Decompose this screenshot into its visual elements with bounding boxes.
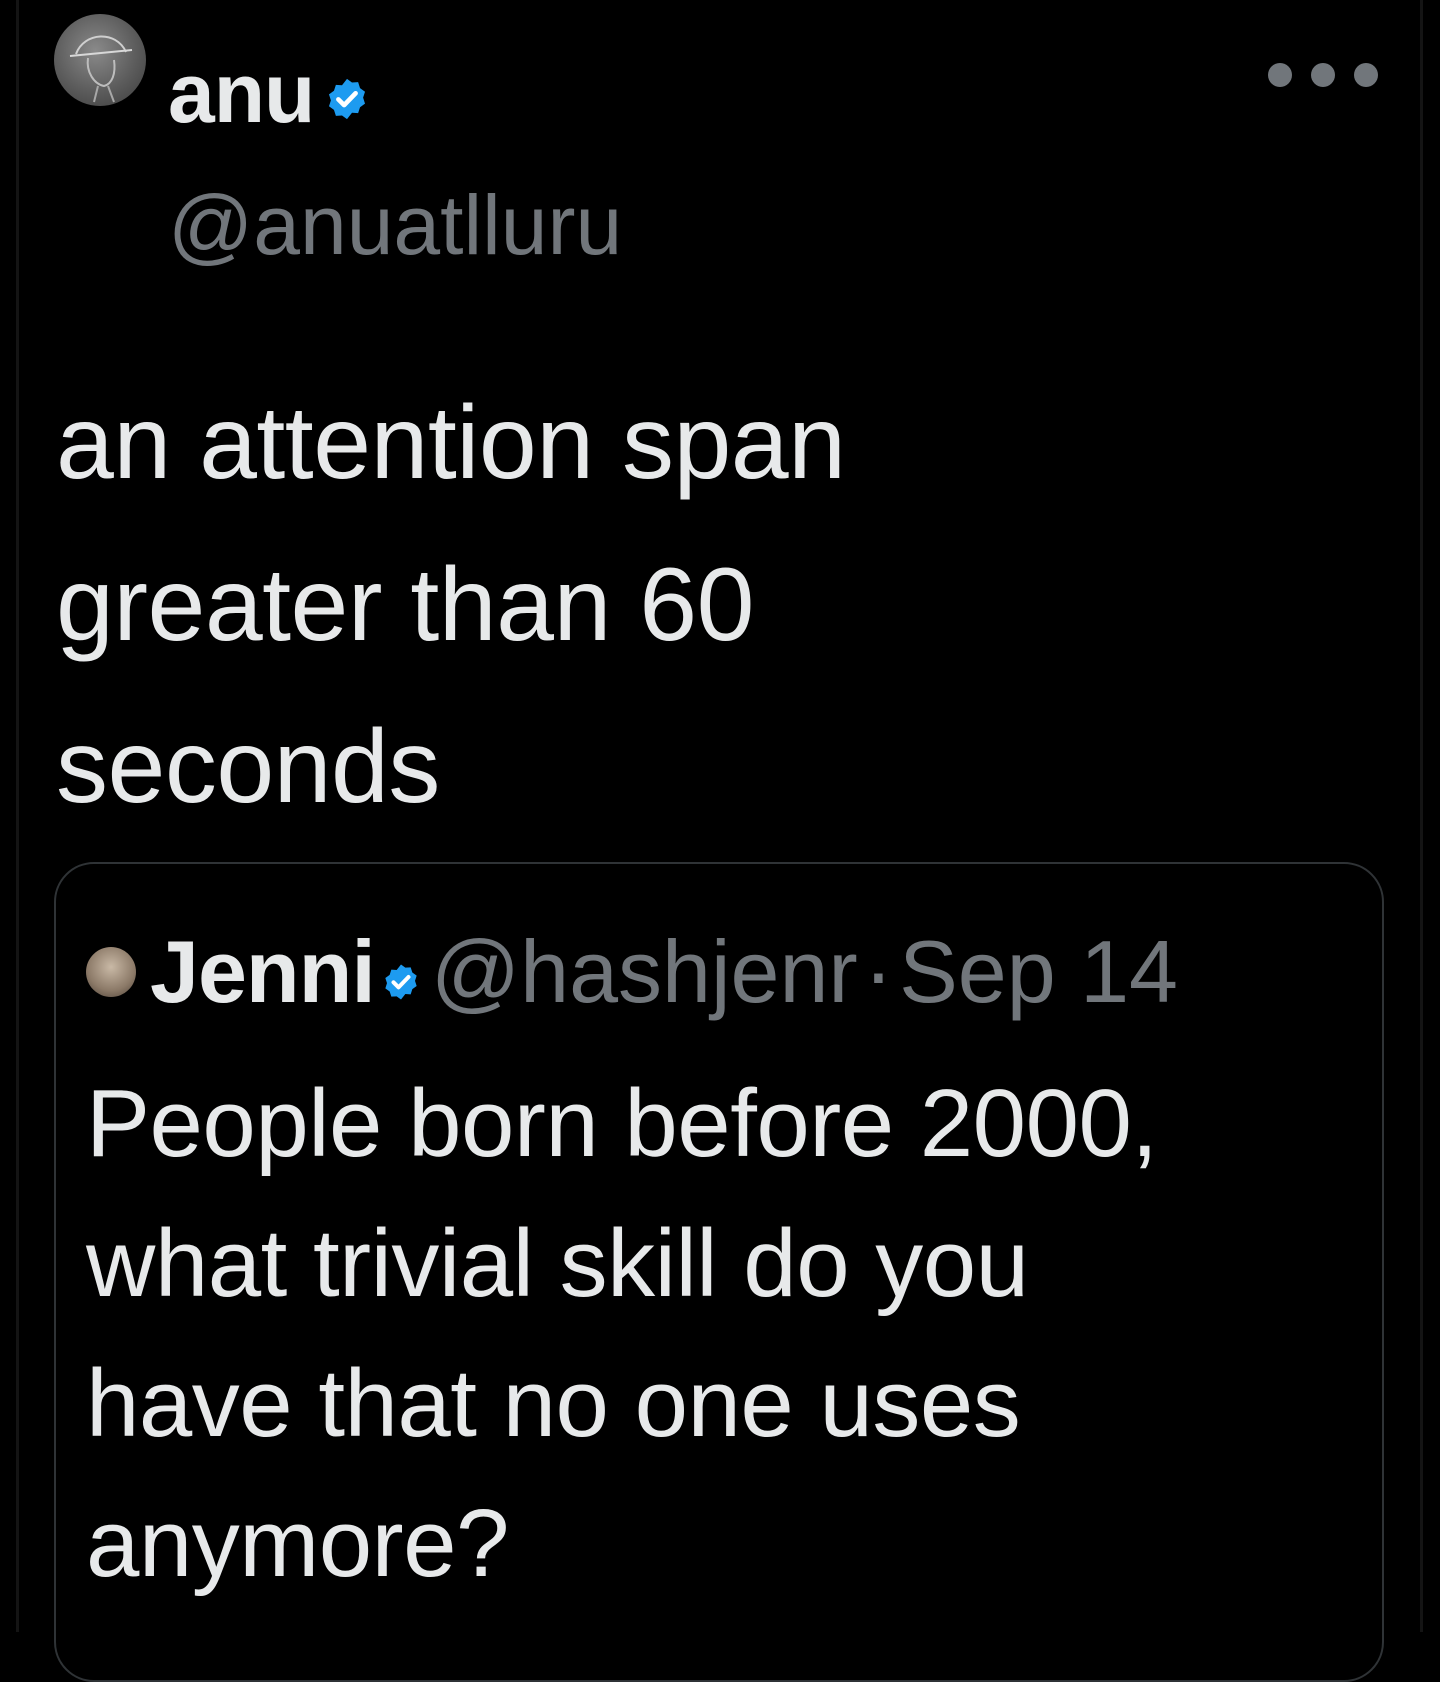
tweet-text: an attention span greater than 60 second… [56, 362, 1356, 848]
quoted-text-line: what trivial skill do you [86, 1210, 1029, 1317]
avatar-sketch-icon [69, 35, 133, 103]
separator-dot: · [863, 922, 894, 1021]
display-name-row: anu [168, 48, 370, 138]
quoted-text-line: People born before 2000, [86, 1070, 1158, 1177]
display-name[interactable]: anu [168, 48, 315, 138]
tweet-text-line: seconds [56, 709, 440, 825]
more-dot [1354, 63, 1378, 87]
user-handle[interactable]: @anuatlluru [168, 180, 622, 270]
frame-border-left [16, 0, 19, 1632]
quoted-text-line: anymore? [86, 1490, 509, 1597]
more-dot [1268, 63, 1292, 87]
tweet-text-line: an attention span [56, 385, 846, 501]
quoted-display-name[interactable]: Jenni [150, 922, 376, 1022]
more-dot [1311, 63, 1335, 87]
tweet-text-line: greater than 60 [56, 547, 754, 663]
frame-border-right [1420, 0, 1423, 1632]
quoted-avatar[interactable] [86, 947, 136, 997]
quoted-text-line: have that no one uses [86, 1350, 1021, 1457]
quoted-tweet-card[interactable]: Jenni @hashjenr · Sep 14 People born bef… [54, 862, 1384, 1682]
quoted-tweet-text: People born before 2000, what trivial sk… [86, 1054, 1366, 1614]
verified-badge-icon [381, 922, 421, 1022]
quoted-date[interactable]: Sep 14 [899, 922, 1178, 1022]
quoted-handle[interactable]: @hashjenr [431, 922, 858, 1022]
verified-badge-icon [324, 48, 370, 138]
more-options-icon[interactable] [1268, 60, 1378, 90]
quoted-tweet-header: Jenni @hashjenr · Sep 14 [86, 922, 1178, 1022]
avatar[interactable] [54, 14, 146, 106]
